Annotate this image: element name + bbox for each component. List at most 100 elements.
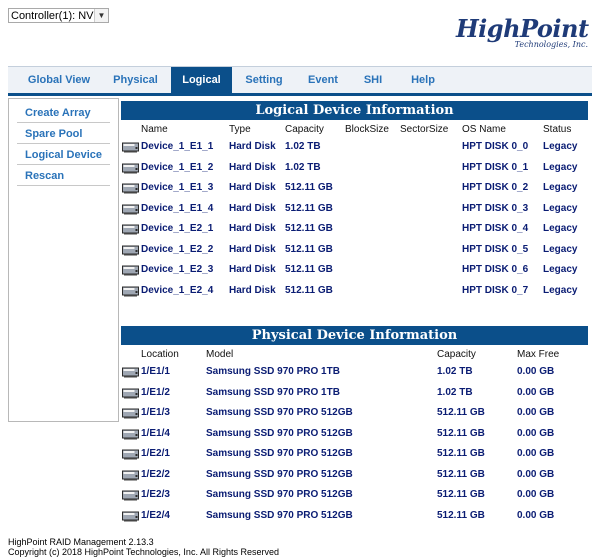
pd-model: Samsung SSD 970 PRO 1TB: [206, 386, 340, 398]
pd-capacity: 512.11 GB: [437, 427, 485, 439]
col-header-sectorsize: SectorSize: [400, 124, 449, 135]
tab-help[interactable]: Help: [406, 67, 440, 93]
device-os-name: HPT DISK 0_5: [462, 243, 529, 255]
sidebar-item-spare-pool[interactable]: Spare Pool: [17, 123, 110, 144]
physical-device-row[interactable]: 1/E1/2 Samsung SSD 970 PRO 1TB 1.02 TB 0.00…: [121, 383, 588, 403]
device-os-name: HPT DISK 0_3: [462, 202, 529, 214]
pd-location-link[interactable]: 1/E2/4: [141, 506, 170, 526]
physical-device-row[interactable]: 1/E2/4 Samsung SSD 970 PRO 512GB 512.11 GB…: [121, 506, 588, 526]
sidebar-item-rescan[interactable]: Rescan: [17, 165, 110, 186]
disk-drive-icon: [122, 182, 139, 194]
disk-drive-icon: [122, 510, 139, 522]
pd-location-link[interactable]: 1/E1/4: [141, 424, 170, 444]
disk-drive-icon: [122, 489, 139, 501]
physical-device-row[interactable]: 1/E2/2 Samsung SSD 970 PRO 512GB 512.11 GB…: [121, 465, 588, 485]
tab-setting[interactable]: Setting: [240, 67, 288, 93]
col-header-type: Type: [229, 124, 251, 135]
physical-device-row[interactable]: 1/E2/1 Samsung SSD 970 PRO 512GB 512.11 GB…: [121, 444, 588, 464]
highpoint-logo: HighPoint Technologies, Inc.: [456, 16, 592, 60]
sidebar-item-logical-device[interactable]: Logical Device: [17, 144, 110, 165]
pd-max-free: 0.00 GB: [517, 509, 555, 521]
physical-device-row[interactable]: 1/E1/4 Samsung SSD 970 PRO 512GB 512.11 GB…: [121, 424, 588, 444]
pd-max-free: 0.00 GB: [517, 489, 555, 500]
col-header-pd-capacity: Capacity: [437, 349, 476, 360]
pd-max-free: 0.00 GB: [517, 386, 555, 398]
main-tabs: Global View Physical Logical Setting Eve…: [8, 66, 592, 96]
chevron-down-icon[interactable]: ▼: [94, 9, 108, 22]
disk-drive-icon: [122, 469, 139, 481]
footer-copyright: Copyright (c) 2018 HighPoint Technologie…: [8, 547, 279, 557]
device-name-link[interactable]: Device_1_E1_4: [141, 199, 213, 219]
pd-max-free: 0.00 GB: [517, 448, 555, 459]
tab-global-view[interactable]: Global View: [22, 67, 96, 93]
device-name-link[interactable]: Device_1_E2_2: [141, 240, 213, 260]
device-status: Legacy: [543, 182, 578, 193]
logical-device-row[interactable]: Device_1_E2_4 Hard Disk 512.11 GB HPT DISK …: [121, 281, 588, 301]
device-type: Hard Disk: [229, 161, 276, 173]
footer: HighPoint RAID Management 2.13.3 Copyrig…: [8, 537, 279, 557]
device-name-link[interactable]: Device_1_E1_2: [141, 158, 213, 178]
disk-drive-icon: [122, 162, 139, 174]
device-name-link[interactable]: Device_1_E2_3: [141, 260, 213, 280]
device-os-name: HPT DISK 0_6: [462, 264, 529, 275]
device-status: Legacy: [543, 202, 578, 214]
pd-capacity: 512.11 GB: [437, 489, 485, 500]
tab-shi[interactable]: SHI: [358, 67, 388, 93]
disk-drive-icon: [122, 448, 139, 460]
logical-device-row[interactable]: Device_1_E1_3 Hard Disk 512.11 GB HPT DISK …: [121, 178, 588, 198]
pd-model: Samsung SSD 970 PRO 512GB: [206, 468, 353, 480]
pd-location-link[interactable]: 1/E2/3: [141, 485, 170, 505]
logical-device-row[interactable]: Device_1_E1_4 Hard Disk 512.11 GB HPT DISK …: [121, 199, 588, 219]
sidebar-item-create-array[interactable]: Create Array: [17, 99, 110, 123]
col-header-location: Location: [141, 349, 179, 360]
logical-device-row[interactable]: Device_1_E2_1 Hard Disk 512.11 GB HPT DISK …: [121, 219, 588, 239]
device-status: Legacy: [543, 161, 578, 173]
device-type: Hard Disk: [229, 141, 276, 152]
physical-device-row[interactable]: 1/E1/1 Samsung SSD 970 PRO 1TB 1.02 TB 0.00…: [121, 362, 588, 382]
logical-device-row[interactable]: Device_1_E1_1 Hard Disk 1.02 TB HPT DISK 0_…: [121, 137, 588, 157]
pd-location-link[interactable]: 1/E1/1: [141, 362, 170, 382]
tab-event[interactable]: Event: [304, 67, 342, 93]
device-status: Legacy: [543, 284, 578, 296]
pd-model: Samsung SSD 970 PRO 512GB: [206, 407, 353, 418]
device-name-link[interactable]: Device_1_E1_1: [141, 137, 213, 157]
physical-device-row[interactable]: 1/E1/3 Samsung SSD 970 PRO 512GB 512.11 GB…: [121, 403, 588, 423]
device-name-link[interactable]: Device_1_E2_1: [141, 219, 213, 239]
device-capacity: 512.11 GB: [285, 243, 333, 255]
disk-drive-icon: [122, 203, 139, 215]
col-header-blocksize: BlockSize: [345, 124, 389, 135]
disk-drive-icon: [122, 366, 139, 378]
col-header-status: Status: [543, 124, 572, 135]
device-capacity: 512.11 GB: [285, 182, 333, 193]
disk-drive-icon: [122, 428, 139, 440]
device-status: Legacy: [543, 264, 578, 275]
tab-physical[interactable]: Physical: [108, 67, 163, 93]
col-header-model: Model: [206, 349, 234, 360]
device-os-name: HPT DISK 0_4: [462, 223, 529, 234]
controller-select[interactable]: Controller(1): NVMe ▼: [8, 8, 109, 23]
tab-logical[interactable]: Logical: [171, 67, 232, 93]
logical-section-title: Logical Device Information: [121, 101, 588, 120]
pd-location-link[interactable]: 1/E1/2: [141, 383, 170, 403]
device-os-name: HPT DISK 0_1: [462, 161, 529, 173]
physical-device-row[interactable]: 1/E2/3 Samsung SSD 970 PRO 512GB 512.11 GB…: [121, 485, 588, 505]
pd-model: Samsung SSD 970 PRO 512GB: [206, 448, 353, 459]
physical-section-title: Physical Device Information: [121, 326, 588, 345]
pd-capacity: 512.11 GB: [437, 407, 485, 418]
pd-location-link[interactable]: 1/E2/1: [141, 444, 170, 464]
device-name-link[interactable]: Device_1_E2_4: [141, 281, 213, 301]
pd-max-free: 0.00 GB: [517, 407, 555, 418]
device-os-name: HPT DISK 0_0: [462, 141, 529, 152]
pd-location-link[interactable]: 1/E2/2: [141, 465, 170, 485]
disk-drive-icon: [122, 223, 139, 235]
pd-model: Samsung SSD 970 PRO 512GB: [206, 509, 353, 521]
device-capacity: 512.11 GB: [285, 202, 333, 214]
disk-drive-icon: [122, 387, 139, 399]
logical-device-row[interactable]: Device_1_E2_3 Hard Disk 512.11 GB HPT DISK …: [121, 260, 588, 280]
col-header-osname: OS Name: [462, 124, 506, 135]
device-name-link[interactable]: Device_1_E1_3: [141, 178, 213, 198]
logical-device-row[interactable]: Device_1_E2_2 Hard Disk 512.11 GB HPT DISK …: [121, 240, 588, 260]
col-header-name: Name: [141, 124, 168, 135]
pd-location-link[interactable]: 1/E1/3: [141, 403, 170, 423]
logical-device-row[interactable]: Device_1_E1_2 Hard Disk 1.02 TB HPT DISK 0_…: [121, 158, 588, 178]
